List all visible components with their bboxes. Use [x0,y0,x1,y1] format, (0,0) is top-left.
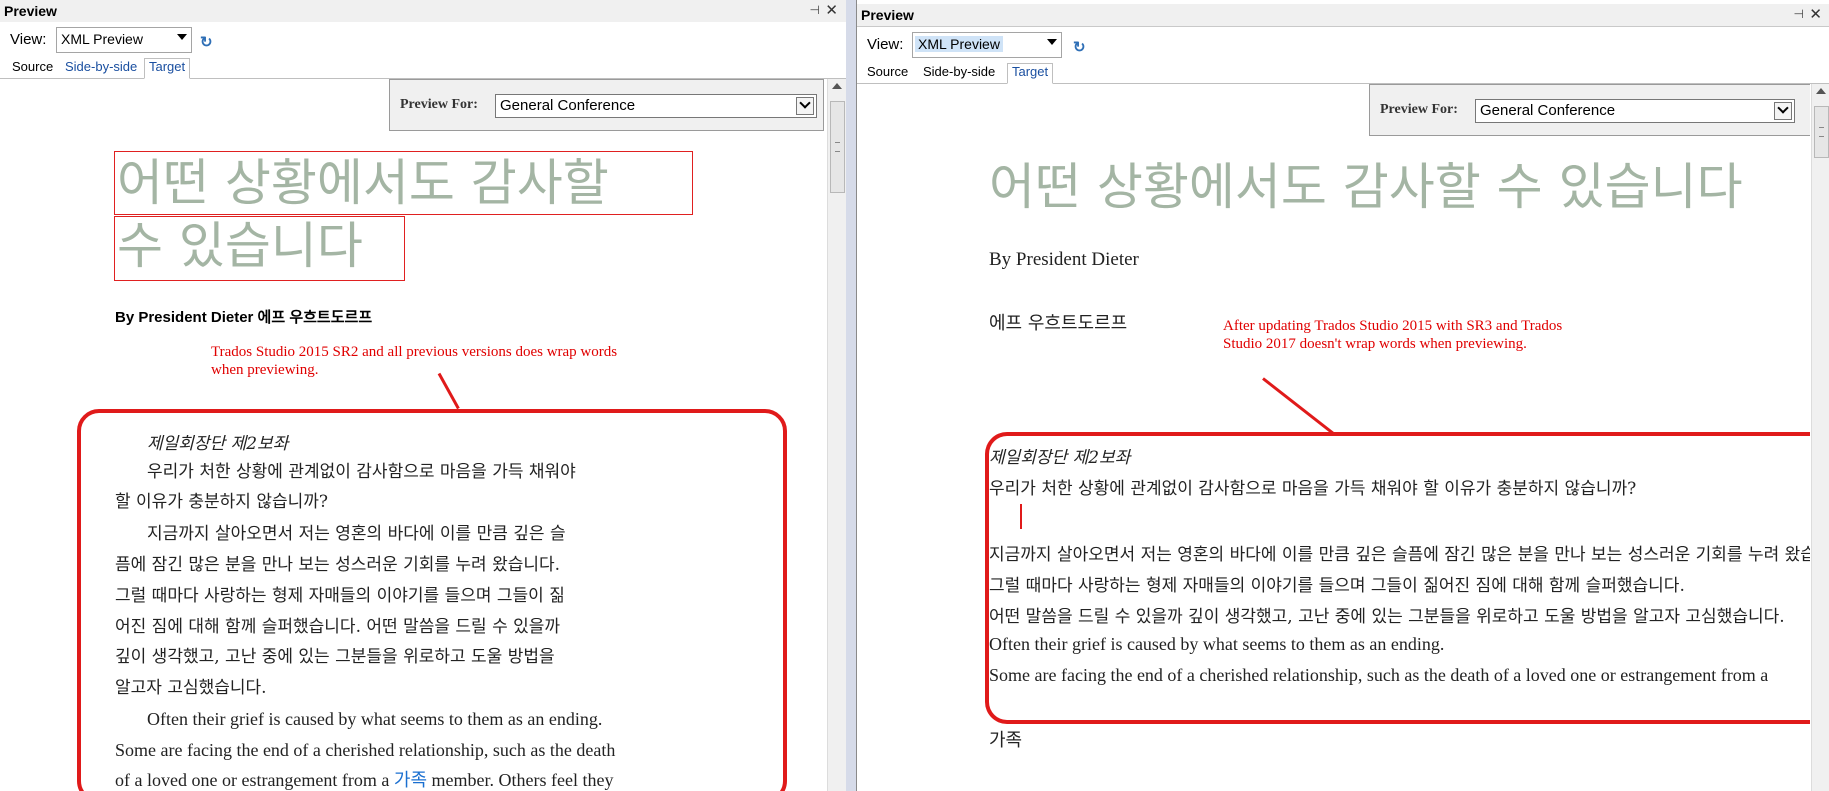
chevron-down-icon [1777,102,1789,114]
byline-korean: 에프 우흐트도르프 [989,313,1128,334]
tab-side-by-side[interactable]: Side-by-side [923,64,995,79]
kicker: 제일회장단 제2보좌 [147,434,289,454]
annotation-callout-line [1262,377,1335,436]
close-icon[interactable]: ✕ [825,1,838,19]
preview-for-dropdown-button[interactable] [796,97,814,115]
para2-line4: 어진 짐에 대해 함께 슬퍼했습니다. 어떤 말씀을 드릴 수 있을까 [115,617,561,637]
pin-icon[interactable]: ⊣ [1794,7,1804,21]
left-tabs: Source Side-by-side Target [0,56,846,79]
para2-line3: 어떤 말씀을 드릴 수 있을까 깊이 생각했고, 고난 중에 있는 그분들을 위… [989,607,1785,627]
title-highlight-box-2 [114,216,405,281]
right-preview-pane: Preview ⊣ ✕ View: XML Preview ↻ Source S… [856,0,1829,791]
para3: Often their grief is caused by what seem… [989,634,1445,654]
para4-line2: of a loved one or estrangement from a 가족… [115,765,613,791]
tab-source[interactable]: Source [867,64,908,79]
annotation-note-line1: Trados Studio 2015 SR2 and all previous … [211,344,618,360]
right-preview-content: Preview For: General Conference 어떤 상황에서도… [857,84,1810,791]
left-preview-pane: Preview ⊣ ✕ View: XML Preview ↻ Source S… [0,0,847,791]
tab-side-by-side[interactable]: Side-by-side [65,59,137,74]
chevron-down-icon [799,97,811,109]
scroll-thumb[interactable] [1814,106,1829,158]
right-tabs: Source Side-by-side Target [857,61,1829,84]
view-select-value: XML Preview [61,31,143,47]
grip-icon [835,142,840,152]
para1: 우리가 처한 상황에 관계없이 감사함으로 마음을 가득 채워야 할 이유가 충… [989,479,1637,499]
tab-target[interactable]: Target [1007,63,1054,84]
kicker: 제일회장단 제2보좌 [989,448,1131,468]
tab-target[interactable]: Target [144,58,191,79]
grip-icon [1819,127,1824,137]
scroll-up-icon[interactable] [1816,88,1826,94]
preview-for-select[interactable]: General Conference [1475,99,1795,123]
left-preview-content: Preview For: General Conference 어떤 상황에서도… [0,79,826,791]
byline: By President Dieter [989,249,1139,270]
preview-for-select[interactable]: General Conference [495,94,817,118]
para2-line2: 그럴 때마다 사랑하는 형제 자매들의 이야기를 들으며 그들이 짊어진 짐에 … [989,576,1685,596]
preview-for-label: Preview For: [1380,102,1458,117]
para4-line2-text-b: member. Others feel they [431,770,614,790]
view-select-value: XML Preview [915,36,1003,52]
preview-for-value: General Conference [500,97,636,114]
para4-line2-text-a: of a loved one or estrangement from a [115,770,390,790]
right-title-bar: Preview ⊣ ✕ [857,4,1829,27]
chevron-down-icon [177,34,187,40]
refresh-icon[interactable]: ↻ [200,33,213,51]
left-vertical-scrollbar[interactable] [827,79,846,791]
para2-line6: 알고자 고심했습니다. [115,678,267,698]
title-highlight-box-1 [114,151,693,215]
byline: By President Dieter 에프 우흐트도르프 [115,309,373,326]
annotation-note-line2: Studio 2017 doesn't wrap words when prev… [1223,336,1527,352]
right-vertical-scrollbar[interactable] [1811,84,1829,791]
para2-line3: 그럴 때마다 사랑하는 형제 자매들의 이야기를 들으며 그들이 짊 [115,586,565,606]
pin-icon[interactable]: ⊣ [810,3,820,17]
para2-line1: 지금까지 살아오면서 저는 영혼의 바다에 이를 만큼 깊은 슬 [147,524,566,544]
annotation-note-line1: After updating Trados Studio 2015 with S… [1223,318,1563,334]
para2-line5: 깊이 생각했고, 고난 중에 있는 그분들을 위로하고 도울 방법을 [115,647,555,667]
preview-for-dropdown-button[interactable] [1774,102,1792,120]
view-select[interactable]: XML Preview [56,27,192,53]
right-pane-title: Preview [861,7,914,23]
tab-source[interactable]: Source [12,59,53,74]
family-link[interactable]: 가족 [394,770,427,790]
preview-for-value: General Conference [1480,102,1616,119]
preview-for-bar: Preview For: General Conference [389,79,824,131]
right-view-row: View: XML Preview ↻ [857,27,1829,61]
para1-line2: 할 이유가 충분하지 않습니까? [115,492,329,512]
pane-splitter[interactable] [846,0,856,791]
view-label: View: [10,31,47,48]
para2-line2: 픔에 잠긴 많은 분을 만나 보는 성스러운 기회를 누려 왔습니다. [115,555,561,575]
left-view-row: View: XML Preview ↻ [0,22,846,56]
left-title-bar: Preview ⊣ ✕ [0,0,846,23]
para1-line1: 우리가 처한 상황에 관계없이 감사함으로 마음을 가득 채워야 [147,462,576,482]
refresh-icon[interactable]: ↻ [1073,38,1086,56]
view-select[interactable]: XML Preview [912,32,1062,58]
annotation-note-line2: when previewing. [211,362,319,378]
chevron-down-icon [1047,39,1057,45]
annotation-callout-line [437,372,460,410]
close-icon[interactable]: ✕ [1809,5,1822,23]
family-link[interactable]: 가족 [989,726,1022,752]
scroll-up-icon[interactable] [832,83,842,89]
para3: Often their grief is caused by what seem… [147,709,603,729]
preview-for-bar: Preview For: General Conference [1369,84,1810,136]
para2-line1: 지금까지 살아오면서 저는 영혼의 바다에 이를 만큼 깊은 슬픔에 잠긴 많은… [989,545,1810,565]
para4: Some are facing the end of a cherished r… [989,665,1769,685]
article-title: 어떤 상황에서도 감사할 수 있습니다 [989,158,1743,216]
text-cursor [1020,504,1022,529]
left-pane-title: Preview [4,3,57,19]
view-label: View: [867,36,904,53]
scroll-thumb[interactable] [830,101,845,193]
para4-line1: Some are facing the end of a cherished r… [115,740,616,760]
preview-for-label: Preview For: [400,97,478,112]
